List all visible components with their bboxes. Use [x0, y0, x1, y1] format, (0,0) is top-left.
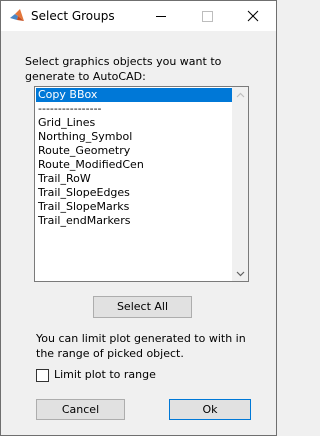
list-item[interactable]: Trail_SlopeEdges	[36, 186, 232, 200]
scroll-up-icon[interactable]	[233, 87, 248, 102]
maximize-icon[interactable]	[184, 1, 230, 31]
list-item[interactable]: Trail_endMarkers	[36, 214, 232, 228]
window-title: Select Groups	[31, 9, 115, 23]
dialog-window: Select Groups Select graphics objects yo…	[0, 0, 277, 436]
graphics-objects-listbox[interactable]: Copy BBox ---------------- Grid_Lines North…	[34, 86, 249, 282]
list-item[interactable]: Route_ModifiedCen	[36, 158, 232, 172]
ok-button[interactable]: Ok	[169, 399, 251, 420]
scroll-down-icon[interactable]	[233, 266, 248, 281]
list-item[interactable]: Northing_Symbol	[36, 130, 232, 144]
list-item[interactable]: Route_Geometry	[36, 144, 232, 158]
vertical-scrollbar[interactable]	[232, 87, 248, 281]
matlab-icon	[9, 8, 25, 24]
range-info-text: You can limit plot generated to with in …	[36, 332, 246, 360]
instruction-text: Select graphics objects you want to gene…	[25, 55, 222, 83]
minimize-icon[interactable]	[138, 1, 184, 31]
list-item[interactable]: Trail_RoW	[36, 172, 232, 186]
limit-range-checkbox[interactable]	[36, 369, 49, 382]
list-items: Copy BBox ---------------- Grid_Lines North…	[36, 88, 232, 228]
list-item[interactable]: ----------------	[36, 102, 232, 116]
title-bar[interactable]: Select Groups	[1, 1, 276, 31]
list-item[interactable]: Trail_SlopeMarks	[36, 200, 232, 214]
select-all-button[interactable]: Select All	[93, 296, 192, 318]
list-item[interactable]: Copy BBox	[36, 88, 232, 102]
limit-range-label[interactable]: Limit plot to range	[54, 368, 156, 381]
cancel-button[interactable]: Cancel	[36, 399, 125, 420]
list-item[interactable]: Grid_Lines	[36, 116, 232, 130]
close-icon[interactable]	[230, 1, 276, 31]
